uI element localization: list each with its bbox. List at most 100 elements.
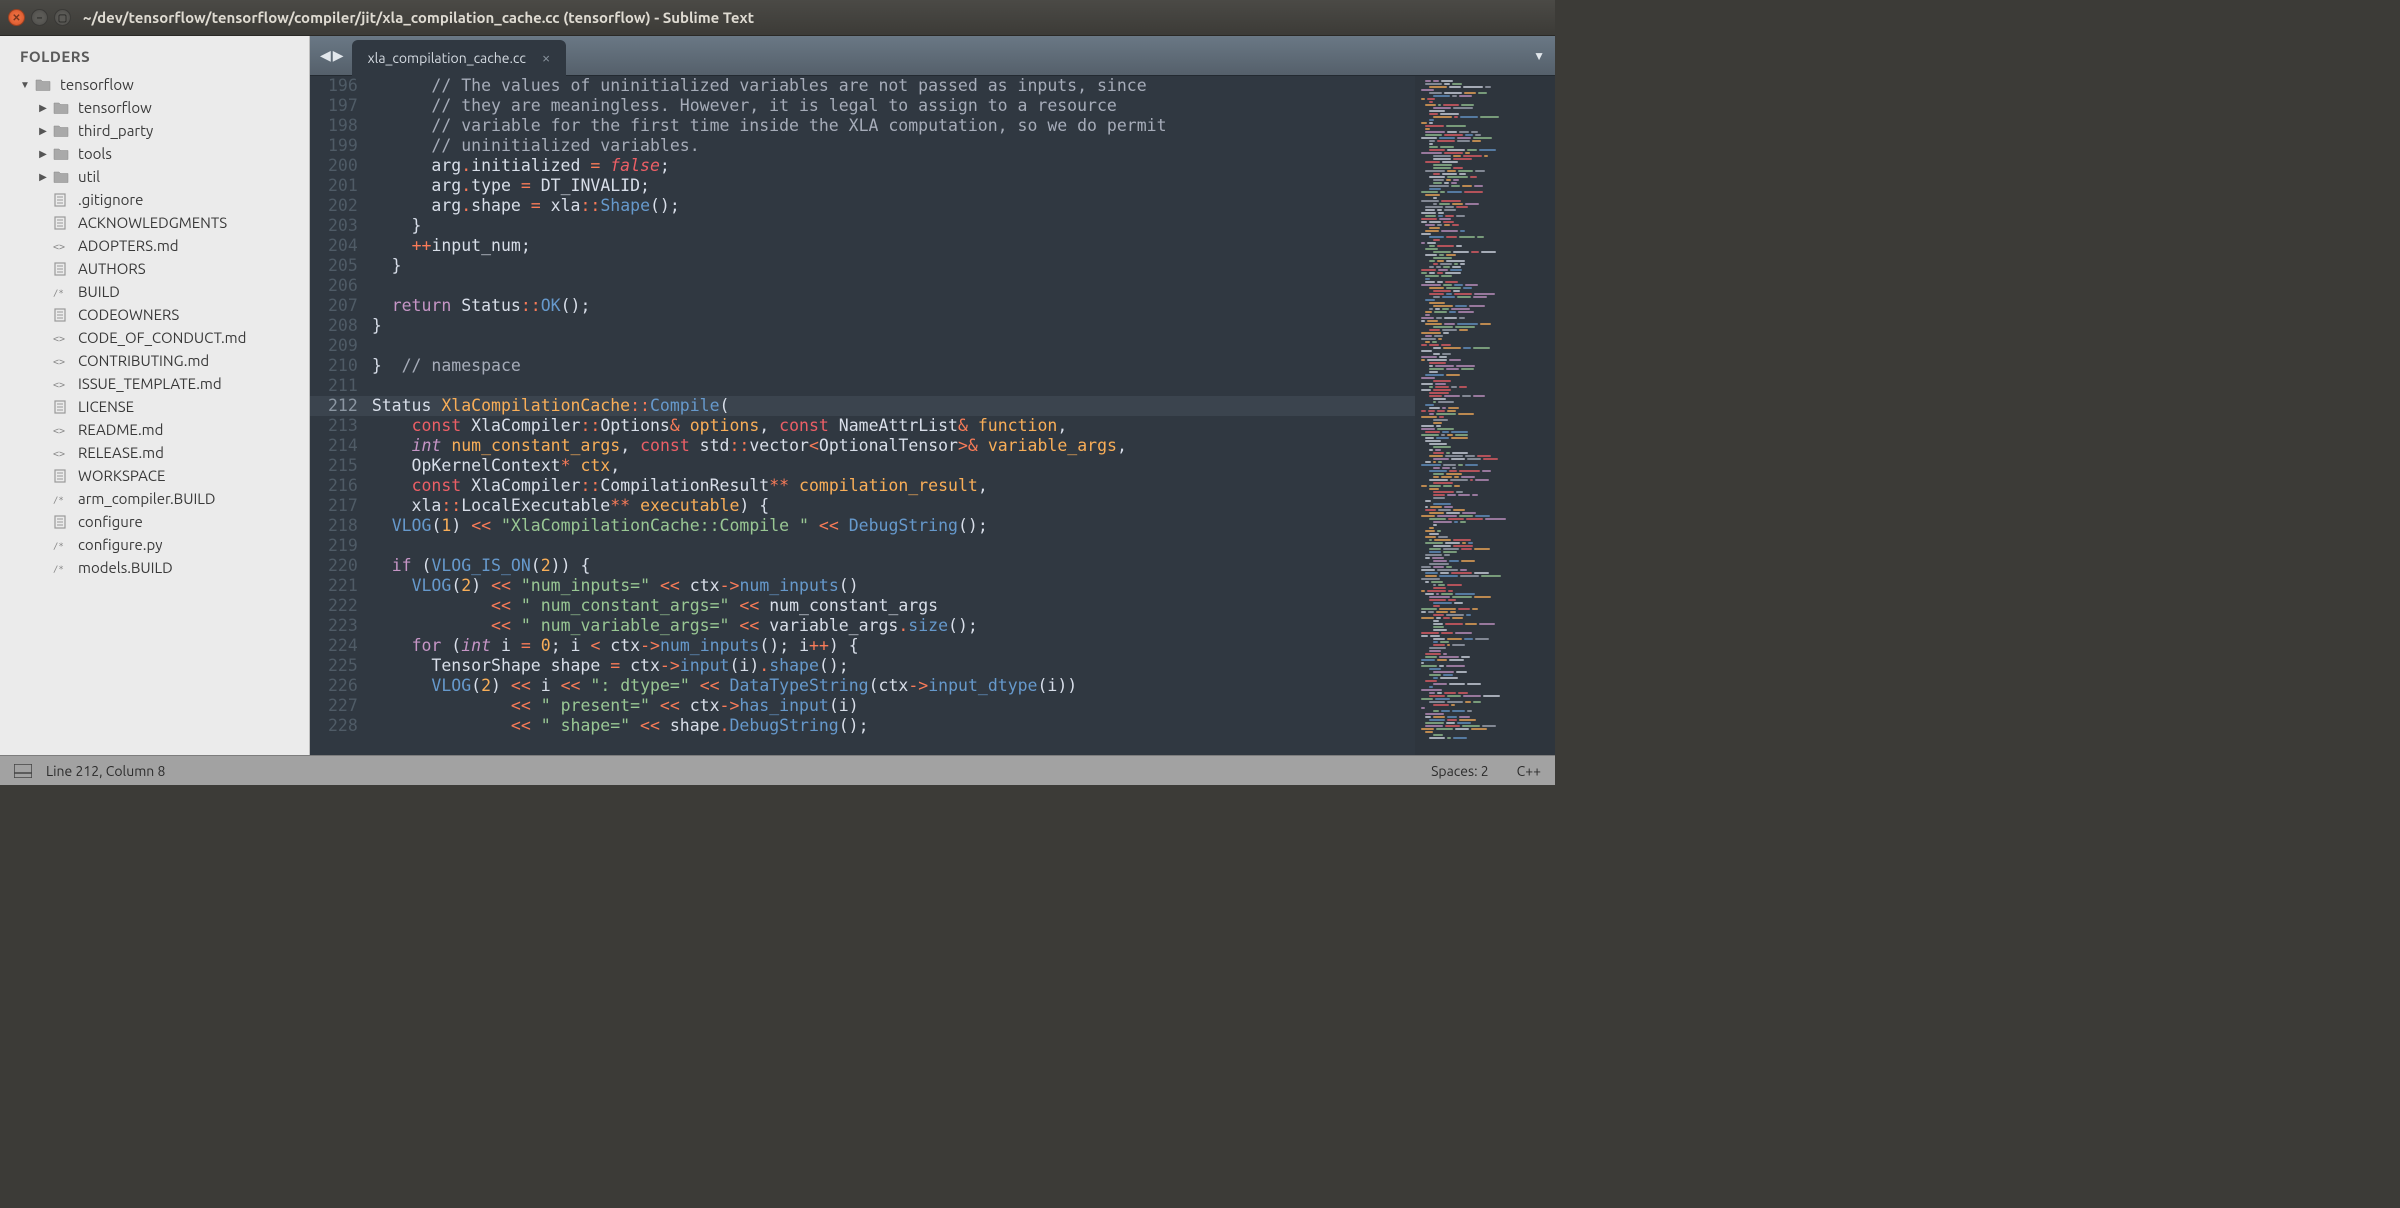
file-icon: <> bbox=[52, 353, 70, 369]
file-label: LICENSE bbox=[78, 398, 134, 415]
file-label: CONTRIBUTING.md bbox=[78, 352, 209, 369]
file-item[interactable]: AUTHORS bbox=[0, 257, 309, 280]
file-item[interactable]: <>ADOPTERS.md bbox=[0, 234, 309, 257]
svg-text:/*: /* bbox=[53, 496, 64, 506]
tab-close-icon[interactable]: × bbox=[542, 49, 550, 66]
file-icon bbox=[52, 215, 70, 231]
file-item[interactable]: ACKNOWLEDGMENTS bbox=[0, 211, 309, 234]
code-line[interactable]: VLOG(2) << "num_inputs=" << ctx->num_inp… bbox=[372, 576, 1415, 596]
code-line[interactable]: << " present=" << ctx->has_input(i) bbox=[372, 696, 1415, 716]
status-syntax[interactable]: C++ bbox=[1517, 763, 1541, 779]
status-indent[interactable]: Spaces: 2 bbox=[1431, 763, 1489, 779]
file-item[interactable]: CODEOWNERS bbox=[0, 303, 309, 326]
code-line[interactable]: if (VLOG_IS_ON(2)) { bbox=[372, 556, 1415, 576]
close-button[interactable]: ✕ bbox=[8, 9, 25, 26]
code-line[interactable] bbox=[372, 536, 1415, 556]
code-line[interactable]: arg.shape = xla::Shape(); bbox=[372, 196, 1415, 216]
code-line[interactable]: TensorShape shape = ctx->input(i).shape(… bbox=[372, 656, 1415, 676]
file-icon: /* bbox=[52, 537, 70, 553]
line-number: 216 bbox=[328, 476, 358, 496]
code-line[interactable]: // The values of uninitialized variables… bbox=[372, 76, 1415, 96]
folder-item[interactable]: ▶third_party bbox=[0, 119, 309, 142]
svg-text:<>: <> bbox=[53, 426, 65, 437]
panel-switcher-icon[interactable] bbox=[14, 764, 32, 778]
code-line[interactable]: << " shape=" << shape.DebugString(); bbox=[372, 716, 1415, 736]
open-tab[interactable]: xla_compilation_cache.cc × bbox=[352, 40, 567, 76]
folder-root[interactable]: ▼tensorflow bbox=[0, 73, 309, 96]
line-number: 204 bbox=[328, 236, 358, 256]
file-icon bbox=[52, 192, 70, 208]
line-number: 196 bbox=[328, 76, 358, 96]
tab-overflow-icon[interactable]: ▼ bbox=[1533, 49, 1545, 63]
code-line[interactable]: int num_constant_args, const std::vector… bbox=[372, 436, 1415, 456]
file-item[interactable]: <> RELEASE.md bbox=[0, 441, 309, 464]
file-item[interactable]: .gitignore bbox=[0, 188, 309, 211]
code-content[interactable]: // The values of uninitialized variables… bbox=[372, 76, 1415, 755]
file-item[interactable]: /*arm_compiler.BUILD bbox=[0, 487, 309, 510]
code-line[interactable]: } bbox=[372, 316, 1415, 336]
folder-label: third_party bbox=[78, 122, 153, 139]
file-item[interactable]: <>ISSUE_TEMPLATE.md bbox=[0, 372, 309, 395]
file-icon: <> bbox=[52, 376, 70, 392]
line-number: 222 bbox=[328, 596, 358, 616]
file-item[interactable]: <> CONTRIBUTING.md bbox=[0, 349, 309, 372]
code-line[interactable]: } bbox=[372, 256, 1415, 276]
folder-tree: ▼tensorflow▶tensorflow▶third_party▶tools… bbox=[0, 73, 309, 585]
code-line[interactable]: arg.initialized = false; bbox=[372, 156, 1415, 176]
code-line[interactable]: const XlaCompiler::Options& options, con… bbox=[372, 416, 1415, 436]
tab-next-icon[interactable]: ▶ bbox=[333, 47, 344, 64]
code-line[interactable]: } // namespace bbox=[372, 356, 1415, 376]
folder-label: tensorflow bbox=[78, 99, 152, 116]
code-line[interactable]: arg.type = DT_INVALID; bbox=[372, 176, 1415, 196]
file-item[interactable]: WORKSPACE bbox=[0, 464, 309, 487]
line-number: 225 bbox=[328, 656, 358, 676]
svg-text:<>: <> bbox=[53, 449, 65, 460]
file-item[interactable]: /*BUILD bbox=[0, 280, 309, 303]
code-editor[interactable]: 1961971981992002012022032042052062072082… bbox=[310, 76, 1415, 755]
status-cursor: Line 212, Column 8 bbox=[46, 763, 165, 779]
code-line[interactable]: Status XlaCompilationCache::Compile( bbox=[372, 396, 1415, 416]
file-item[interactable]: /*models.BUILD bbox=[0, 556, 309, 579]
code-line[interactable]: << " num_constant_args=" << num_constant… bbox=[372, 596, 1415, 616]
folder-icon bbox=[52, 100, 70, 116]
code-line[interactable] bbox=[372, 376, 1415, 396]
code-line[interactable]: OpKernelContext* ctx, bbox=[372, 456, 1415, 476]
file-label: CODEOWNERS bbox=[78, 306, 179, 323]
code-line[interactable]: } bbox=[372, 216, 1415, 236]
folder-icon bbox=[52, 146, 70, 162]
line-number: 226 bbox=[328, 676, 358, 696]
minimize-button[interactable]: – bbox=[31, 9, 48, 26]
folder-item[interactable]: ▶tensorflow bbox=[0, 96, 309, 119]
maximize-button[interactable]: ▢ bbox=[54, 9, 71, 26]
code-line[interactable]: const XlaCompiler::CompilationResult** c… bbox=[372, 476, 1415, 496]
code-line[interactable]: xla::LocalExecutable** executable) { bbox=[372, 496, 1415, 516]
tab-nav-arrows: ◀ ▶ bbox=[316, 47, 352, 64]
code-line[interactable]: return Status::OK(); bbox=[372, 296, 1415, 316]
code-line[interactable]: // they are meaningless. However, it is … bbox=[372, 96, 1415, 116]
file-item[interactable]: /*configure.py bbox=[0, 533, 309, 556]
code-line[interactable] bbox=[372, 336, 1415, 356]
code-line[interactable] bbox=[372, 276, 1415, 296]
file-icon bbox=[52, 468, 70, 484]
file-label: RELEASE.md bbox=[78, 444, 164, 461]
tab-prev-icon[interactable]: ◀ bbox=[320, 47, 331, 64]
code-line[interactable]: << " num_variable_args=" << variable_arg… bbox=[372, 616, 1415, 636]
file-item[interactable]: LICENSE bbox=[0, 395, 309, 418]
code-line[interactable]: // variable for the first time inside th… bbox=[372, 116, 1415, 136]
code-line[interactable]: // uninitialized variables. bbox=[372, 136, 1415, 156]
file-item[interactable]: <>CODE_OF_CONDUCT.md bbox=[0, 326, 309, 349]
code-line[interactable]: ++input_num; bbox=[372, 236, 1415, 256]
folder-item[interactable]: ▶tools bbox=[0, 142, 309, 165]
code-line[interactable]: VLOG(2) << i << ": dtype=" << DataTypeSt… bbox=[372, 676, 1415, 696]
line-number: 203 bbox=[328, 216, 358, 236]
minimap[interactable] bbox=[1415, 76, 1555, 755]
file-label: .gitignore bbox=[78, 191, 143, 208]
code-line[interactable]: VLOG(1) << "XlaCompilationCache::Compile… bbox=[372, 516, 1415, 536]
file-item[interactable]: <>README.md bbox=[0, 418, 309, 441]
line-number: 206 bbox=[328, 276, 358, 296]
svg-text:<>: <> bbox=[53, 357, 65, 368]
folder-item[interactable]: ▶util bbox=[0, 165, 309, 188]
file-item[interactable]: configure bbox=[0, 510, 309, 533]
code-line[interactable]: for (int i = 0; i < ctx->num_inputs(); i… bbox=[372, 636, 1415, 656]
file-icon: <> bbox=[52, 422, 70, 438]
